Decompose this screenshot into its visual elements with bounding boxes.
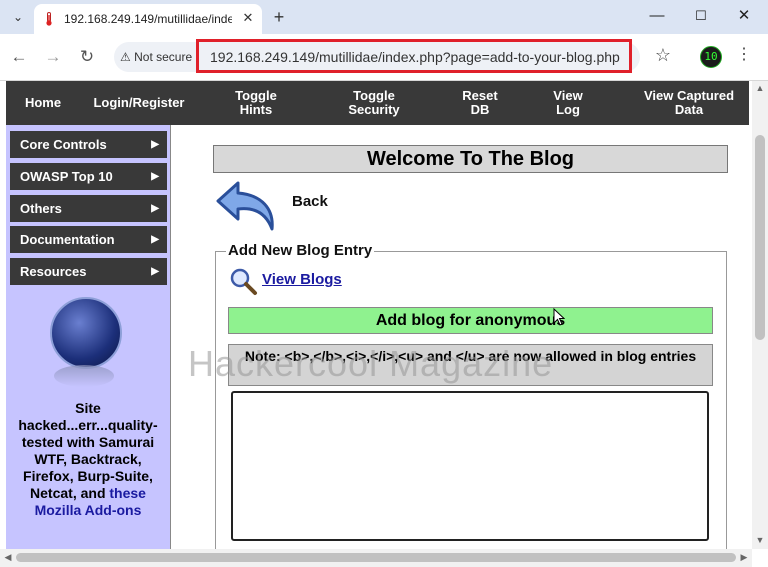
new-tab-button[interactable]: + [268, 6, 290, 28]
sidebar-item-label: Others [20, 201, 62, 216]
back-arrow-graphic-icon[interactable] [216, 179, 280, 235]
warning-icon: ⚠ [120, 50, 131, 64]
chevron-right-icon: ▶ [151, 203, 159, 214]
sidebar-item-core-controls[interactable]: Core Controls ▶ [10, 131, 167, 158]
chevron-right-icon: ▶ [151, 266, 159, 277]
blog-entry-textarea[interactable] [231, 391, 709, 541]
extension-badge[interactable]: 10 [700, 46, 722, 68]
security-chip[interactable]: ⚠ Not secure [120, 47, 192, 67]
top-navigation: Home Login/Register Toggle Hints Toggle … [6, 81, 749, 125]
page-title: Welcome To The Blog [213, 145, 728, 173]
tab-search-icon[interactable]: ⌄ [8, 8, 28, 26]
sidebar-item-label: Core Controls [20, 137, 107, 152]
sidebar-item-label: Resources [20, 264, 87, 279]
reload-icon[interactable]: ↻ [74, 44, 100, 70]
chevron-right-icon: ▶ [151, 171, 159, 182]
horizontal-scrollbar[interactable]: ◀ ▶ [0, 549, 752, 567]
address-bar[interactable]: ⚠ Not secure 192.168.249.149/mutillidae/… [114, 39, 640, 73]
tab-title: 192.168.249.149/mutillidae/index.php?pag… [64, 12, 232, 26]
tab-close-icon[interactable]: ✕ [240, 10, 256, 26]
nav-toggle-hints[interactable]: Toggle Hints [220, 81, 292, 125]
close-window-icon[interactable]: ✕ [729, 4, 759, 28]
nav-toggle-security[interactable]: Toggle Security [334, 81, 414, 125]
sidebar: Core Controls ▶ OWASP Top 10 ▶ Others ▶ Doc… [6, 125, 171, 549]
sidebar-item-documentation[interactable]: Documentation ▶ [10, 226, 167, 253]
forward-arrow-icon[interactable]: → [40, 44, 66, 70]
nav-reset-db[interactable]: Reset DB [454, 81, 506, 125]
vertical-scroll-thumb[interactable] [755, 135, 765, 340]
page-viewport: Home Login/Register Toggle Hints Toggle … [0, 81, 752, 549]
horizontal-scroll-thumb[interactable] [16, 553, 736, 562]
chevron-right-icon: ▶ [151, 139, 159, 150]
nav-login-register[interactable]: Login/Register [84, 81, 194, 125]
scroll-right-icon[interactable]: ▶ [739, 552, 749, 563]
url-highlight-annotation [196, 39, 632, 73]
vertical-scrollbar[interactable]: ▲ ▼ [752, 81, 768, 549]
owasp-wasp-logo [50, 297, 122, 369]
magnifier-icon[interactable] [228, 267, 258, 297]
scroll-down-icon[interactable]: ▼ [752, 535, 768, 545]
minimize-icon[interactable]: — [642, 4, 672, 28]
nav-view-log[interactable]: View Log [544, 81, 592, 125]
logo-reflection [54, 365, 114, 387]
sidebar-item-label: Documentation [20, 232, 115, 247]
browser-tab[interactable]: 192.168.249.149/mutillidae/index.php?pag… [34, 4, 262, 34]
nav-home[interactable]: Home [14, 81, 72, 125]
back-link[interactable]: Back [292, 193, 328, 210]
sidebar-item-label: OWASP Top 10 [20, 169, 113, 184]
fieldset-legend: Add New Blog Entry [226, 242, 375, 259]
view-blogs-link[interactable]: View Blogs [262, 271, 342, 288]
sidebar-item-resources[interactable]: Resources ▶ [10, 258, 167, 285]
sidebar-blurb: Site hacked...err...quality-tested with … [10, 400, 166, 519]
chevron-right-icon: ▶ [151, 234, 159, 245]
security-chip-label: Not secure [134, 50, 193, 64]
watermark: Hackercool Magazine [188, 343, 554, 384]
tab-strip: ⌄ 192.168.249.149/mutillidae/index.php?p… [0, 0, 768, 34]
scroll-up-icon[interactable]: ▲ [752, 83, 768, 93]
kebab-menu-icon[interactable]: ⋮ [736, 44, 752, 66]
mouse-cursor-icon [553, 308, 565, 326]
thermometer-favicon-icon [46, 12, 52, 26]
anonymous-blog-banner: Add blog for anonymous [228, 307, 713, 334]
maximize-icon[interactable]: ☐ [686, 4, 716, 28]
nav-view-captured-data[interactable]: View Captured Data [636, 81, 742, 125]
scroll-left-icon[interactable]: ◀ [3, 552, 13, 563]
sidebar-item-others[interactable]: Others ▶ [10, 195, 167, 222]
bookmark-star-icon[interactable]: ☆ [652, 44, 674, 66]
sidebar-item-owasp-top-10[interactable]: OWASP Top 10 ▶ [10, 163, 167, 190]
back-arrow-icon[interactable]: ← [6, 44, 32, 70]
